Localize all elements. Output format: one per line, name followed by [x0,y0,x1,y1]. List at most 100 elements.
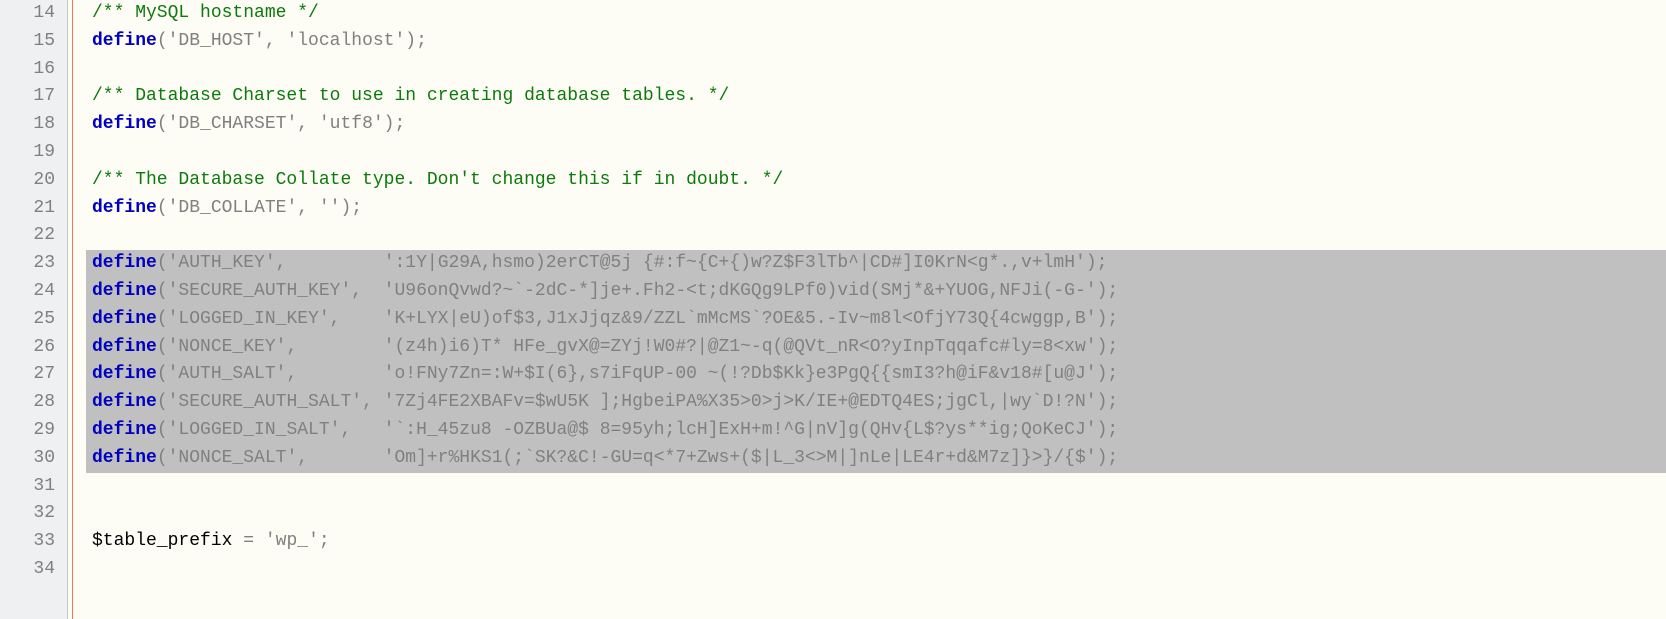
line-number: 26 [0,334,67,362]
code-token: '(z4h)i6)T* HFe_gvX@=ZYj!W0#?|@Z1~-q(@QV… [384,337,1097,357]
code-editor[interactable]: 1415161718192021222324252627282930313233… [0,0,1666,619]
code-token: define [92,420,157,440]
code-token: , [276,253,384,273]
code-line[interactable]: define('AUTH_SALT', 'o!FNy7Zn=:W+$I(6},s… [86,361,1666,389]
code-token: '`:H_45zu8 -OZBUa@$ 8=95yh;lcH]ExH+m!^G|… [384,420,1097,440]
code-line[interactable]: /** The Database Collate type. Don't cha… [86,167,1666,195]
code-token: define [92,337,157,357]
change-margin [68,0,86,619]
line-number: 19 [0,139,67,167]
code-token: define [92,364,157,384]
code-line[interactable] [86,556,1666,584]
code-line[interactable]: define('LOGGED_IN_SALT', '`:H_45zu8 -OZB… [86,417,1666,445]
code-token: ) [1097,309,1108,329]
code-line[interactable]: define('DB_CHARSET', 'utf8'); [86,111,1666,139]
code-token: , [351,281,383,301]
code-token: ( [157,420,168,440]
code-token [254,531,265,551]
code-token: /** Database Charset to use in creating … [92,86,729,106]
code-token: ) [1097,337,1108,357]
code-token: , [297,114,319,134]
code-area[interactable]: /** MySQL hostname */ define('DB_HOST', '… [86,0,1666,619]
code-line[interactable] [86,139,1666,167]
code-token: , [297,448,383,468]
code-token: ) [1097,448,1108,468]
line-number: 16 [0,56,67,84]
code-token: 'Om]+r%HKS1(;`SK?&C!-GU=q<*7+Zws+($|L_3<… [384,448,1097,468]
code-token: ( [157,114,168,134]
code-token: define [92,114,157,134]
code-line[interactable]: /** MySQL hostname */ [86,0,1666,28]
code-token: define [92,31,157,51]
code-line[interactable]: define('SECURE_AUTH_SALT', '7Zj4FE2XBAFv… [86,389,1666,417]
code-token: 'AUTH_KEY' [168,253,276,273]
code-token: ; [351,198,362,218]
code-token: define [92,448,157,468]
code-token: ':1Y|G29A,hsmo)2erCT@5j {#:f~{C+{)w?Z$F3… [384,253,1086,273]
code-token: ; [416,31,427,51]
code-token: ; [1107,420,1118,440]
code-line[interactable]: /** Database Charset to use in creating … [86,83,1666,111]
code-token: 'LOGGED_IN_SALT' [168,420,341,440]
code-token: ( [157,364,168,384]
line-number: 29 [0,417,67,445]
code-line[interactable]: define('AUTH_KEY', ':1Y|G29A,hsmo)2erCT@… [86,250,1666,278]
code-token: define [92,198,157,218]
line-number: 22 [0,222,67,250]
code-token: 'U96onQvwd?~`-2dC-*]je+.Fh2-<t;dKGQg9LPf… [384,281,1097,301]
code-token: , [340,420,383,440]
code-token: ) [1097,392,1108,412]
code-token: ( [157,31,168,51]
code-token: '' [319,198,341,218]
code-line[interactable] [86,56,1666,84]
line-number: 31 [0,473,67,501]
code-line[interactable]: define('NONCE_KEY', '(z4h)i6)T* HFe_gvX@… [86,334,1666,362]
code-token: ; [394,114,405,134]
code-token: , [286,337,383,357]
code-token: ; [1107,364,1118,384]
code-line[interactable]: define('DB_COLLATE', ''); [86,195,1666,223]
line-number: 24 [0,278,67,306]
code-token: $table_prefix [92,531,232,551]
code-line[interactable] [86,222,1666,250]
line-number: 32 [0,500,67,528]
code-token: 'o!FNy7Zn=:W+$I(6},s7iFqUP-00 ~(!?Db$Kk}… [384,364,1097,384]
code-token: 'LOGGED_IN_KEY' [168,309,330,329]
code-token: = [243,531,254,551]
line-number: 18 [0,111,67,139]
code-token: ) [1097,281,1108,301]
code-token: ; [1107,281,1118,301]
code-token: ) [1097,364,1108,384]
code-token: define [92,309,157,329]
line-number: 15 [0,28,67,56]
code-token: ; [1107,337,1118,357]
code-line[interactable]: define('NONCE_SALT', 'Om]+r%HKS1(;`SK?&C… [86,445,1666,473]
code-line[interactable]: define('DB_HOST', 'localhost'); [86,28,1666,56]
code-token [232,531,243,551]
code-line[interactable]: define('LOGGED_IN_KEY', 'K+LYX|eU)of$3,J… [86,306,1666,334]
code-token: ) [405,31,416,51]
line-number: 33 [0,528,67,556]
code-token: , [330,309,384,329]
code-line[interactable] [86,473,1666,501]
code-line[interactable]: define('SECURE_AUTH_KEY', 'U96onQvwd?~`-… [86,278,1666,306]
code-token: 'SECURE_AUTH_KEY' [168,281,352,301]
code-token: ( [157,337,168,357]
code-token: ) [1097,420,1108,440]
code-token: , [265,31,287,51]
code-token: /** The Database Collate type. Don't cha… [92,170,783,190]
line-number: 27 [0,361,67,389]
code-token: define [92,253,157,273]
code-line[interactable]: $table_prefix = 'wp_'; [86,528,1666,556]
code-token: ( [157,198,168,218]
line-number: 34 [0,556,67,584]
code-token: ) [384,114,395,134]
code-token: 'K+LYX|eU)of$3,J1xJjqz&9/ZZL`mMcMS`?OE&5… [384,309,1097,329]
code-token: ( [157,253,168,273]
code-token: ; [1107,392,1118,412]
code-line[interactable] [86,500,1666,528]
code-token: 'DB_COLLATE' [168,198,298,218]
code-token: ) [340,198,351,218]
code-token: /** MySQL hostname */ [92,3,319,23]
code-token: , [362,392,384,412]
